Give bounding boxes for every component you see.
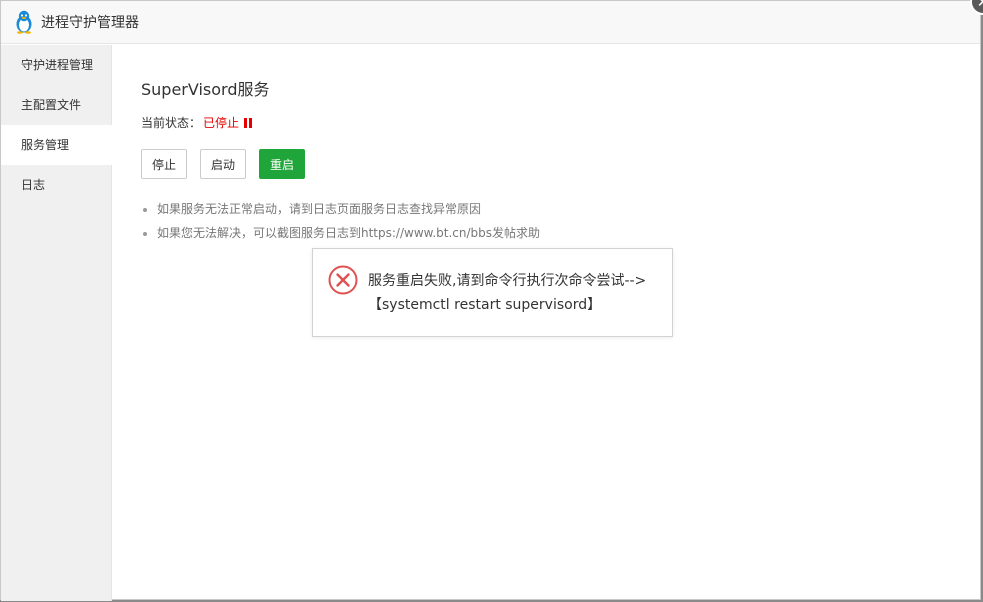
sidebar-item-daemon-management[interactable]: 守护进程管理 xyxy=(1,45,111,85)
toast-message: 服务重启失败,请到命令行执行次命令尝试--> 【systemctl restar… xyxy=(368,269,646,317)
status-value: 已停止 xyxy=(203,116,240,130)
start-button[interactable]: 启动 xyxy=(200,149,247,179)
stop-button[interactable]: 停止 xyxy=(141,149,188,179)
toast-line-2: 【systemctl restart supervisord】 xyxy=(368,297,602,313)
page-title: SuperVisord服务 xyxy=(141,80,270,99)
sidebar-item-label: 守护进程管理 xyxy=(21,58,94,72)
sidebar-item-label: 主配置文件 xyxy=(21,98,82,112)
error-toast: 服务重启失败,请到命令行执行次命令尝试--> 【systemctl restar… xyxy=(312,248,673,337)
titlebar: 进程守护管理器 xyxy=(1,1,980,44)
toast-line-1: 服务重启失败,请到命令行执行次命令尝试--> xyxy=(368,273,647,289)
status-line: 当前状态： 已停止 xyxy=(141,114,253,131)
pause-icon xyxy=(244,117,253,128)
sidebar: 守护进程管理 主配置文件 服务管理 日志 xyxy=(1,45,112,601)
sidebar-item-label: 服务管理 xyxy=(21,138,70,152)
sidebar-item-label: 日志 xyxy=(21,178,46,192)
service-button-row: 停止 启动 重启 xyxy=(141,149,306,179)
window-title: 进程守护管理器 xyxy=(41,15,139,31)
sidebar-item-service-management[interactable]: 服务管理 xyxy=(1,125,112,165)
error-circle-x-icon xyxy=(328,265,358,295)
status-label: 当前状态： xyxy=(141,116,202,130)
close-icon: ✕ xyxy=(976,0,983,11)
sidebar-item-logs[interactable]: 日志 xyxy=(1,165,111,205)
help-tips-list: 如果服务无法正常启动，请到日志页面服务日志查找异常原因 如果您无法解决，可以截图… xyxy=(141,198,540,246)
list-item: 如果您无法解决，可以截图服务日志到https://www.bt.cn/bbs发帖… xyxy=(157,222,540,246)
penguin-icon xyxy=(13,10,35,34)
list-item: 如果服务无法正常启动，请到日志页面服务日志查找异常原因 xyxy=(157,198,540,222)
restart-button[interactable]: 重启 xyxy=(259,149,306,179)
sidebar-item-main-config[interactable]: 主配置文件 xyxy=(1,85,111,125)
supervisor-dialog: 进程守护管理器 ✕ 守护进程管理 主配置文件 服务管理 日志 SuperViso… xyxy=(0,0,983,601)
